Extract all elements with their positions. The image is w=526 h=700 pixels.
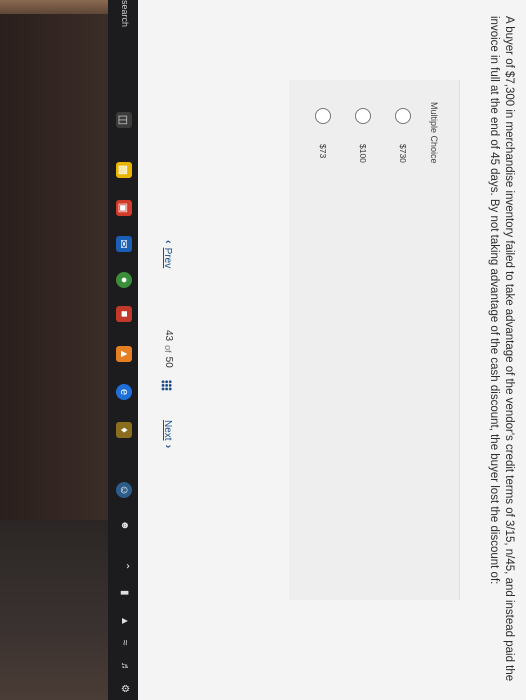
app-icon[interactable]: ▲ [116, 346, 132, 362]
photo-scene: hp A buyer of $7,300 in merchandise inve… [0, 0, 526, 700]
radio-button[interactable] [315, 108, 331, 124]
total-pages: 50 [163, 356, 174, 368]
option-2[interactable]: $100 [355, 108, 371, 163]
grid-view-icon[interactable] [161, 380, 172, 391]
option-1[interactable]: $730 [395, 108, 411, 163]
option-3[interactable]: $73 [315, 108, 331, 158]
mail-icon[interactable]: ✉ [116, 236, 132, 252]
next-label: Next [162, 420, 174, 441]
wifi-icon[interactable]: ≈ [119, 640, 130, 646]
laptop-screen: A buyer of $7,300 in merchandise invento… [2, 0, 526, 700]
chevron-up-icon[interactable]: ⌃ [119, 562, 130, 570]
volume-icon[interactable]: ♬ [119, 662, 130, 672]
next-button[interactable]: Next › [162, 420, 174, 448]
question-text: A buyer of $7,300 in merchandise invento… [488, 16, 515, 682]
network-icon[interactable]: ▲ [119, 616, 130, 626]
radio-button[interactable] [355, 108, 371, 124]
question-navigation: ‹ Prev 43 of 50 Next › [154, 0, 174, 700]
office-icon[interactable]: ■ [116, 306, 132, 322]
edge-icon[interactable]: e [116, 384, 132, 400]
prev-button[interactable]: ‹ Prev [162, 240, 174, 268]
battery-icon[interactable]: ▮ [119, 590, 130, 596]
radio-button[interactable] [395, 108, 411, 124]
chevron-left-icon: ‹ [162, 240, 174, 244]
option-label: $73 [318, 144, 328, 159]
multiple-choice-title: Multiple Choice [429, 102, 439, 164]
task-view-icon[interactable]: ◫ [116, 112, 132, 128]
taskbar: search ◫ ▩ ▣ ✉ ● ■ ▲ e ♦ ☺ ☻ ⌃ ▮ ▲ ≈ ♬ ⚙ [108, 0, 138, 700]
multiple-choice-box: Multiple Choice $730 $100 $73 [289, 80, 460, 600]
option-label: $100 [358, 144, 368, 163]
page-indicator: 43 of 50 [163, 330, 174, 368]
prev-label: Prev [162, 247, 174, 269]
taskbar-search[interactable]: search [120, 0, 130, 27]
file-explorer-icon[interactable]: ▩ [116, 162, 132, 178]
quiz-page: A buyer of $7,300 in merchandise invento… [138, 0, 526, 700]
of-label: of [163, 345, 174, 353]
user-avatar-icon[interactable]: ☺ [116, 482, 132, 498]
current-page: 43 [163, 330, 174, 342]
language-icon[interactable]: ⚙ [119, 684, 130, 693]
app-icon-secondary[interactable]: ♦ [116, 422, 132, 438]
people-icon[interactable]: ☻ [119, 520, 130, 531]
store-icon[interactable]: ▣ [116, 200, 132, 216]
option-label: $730 [398, 144, 408, 163]
chevron-right-icon: › [162, 444, 174, 449]
chrome-icon[interactable]: ● [116, 272, 132, 288]
